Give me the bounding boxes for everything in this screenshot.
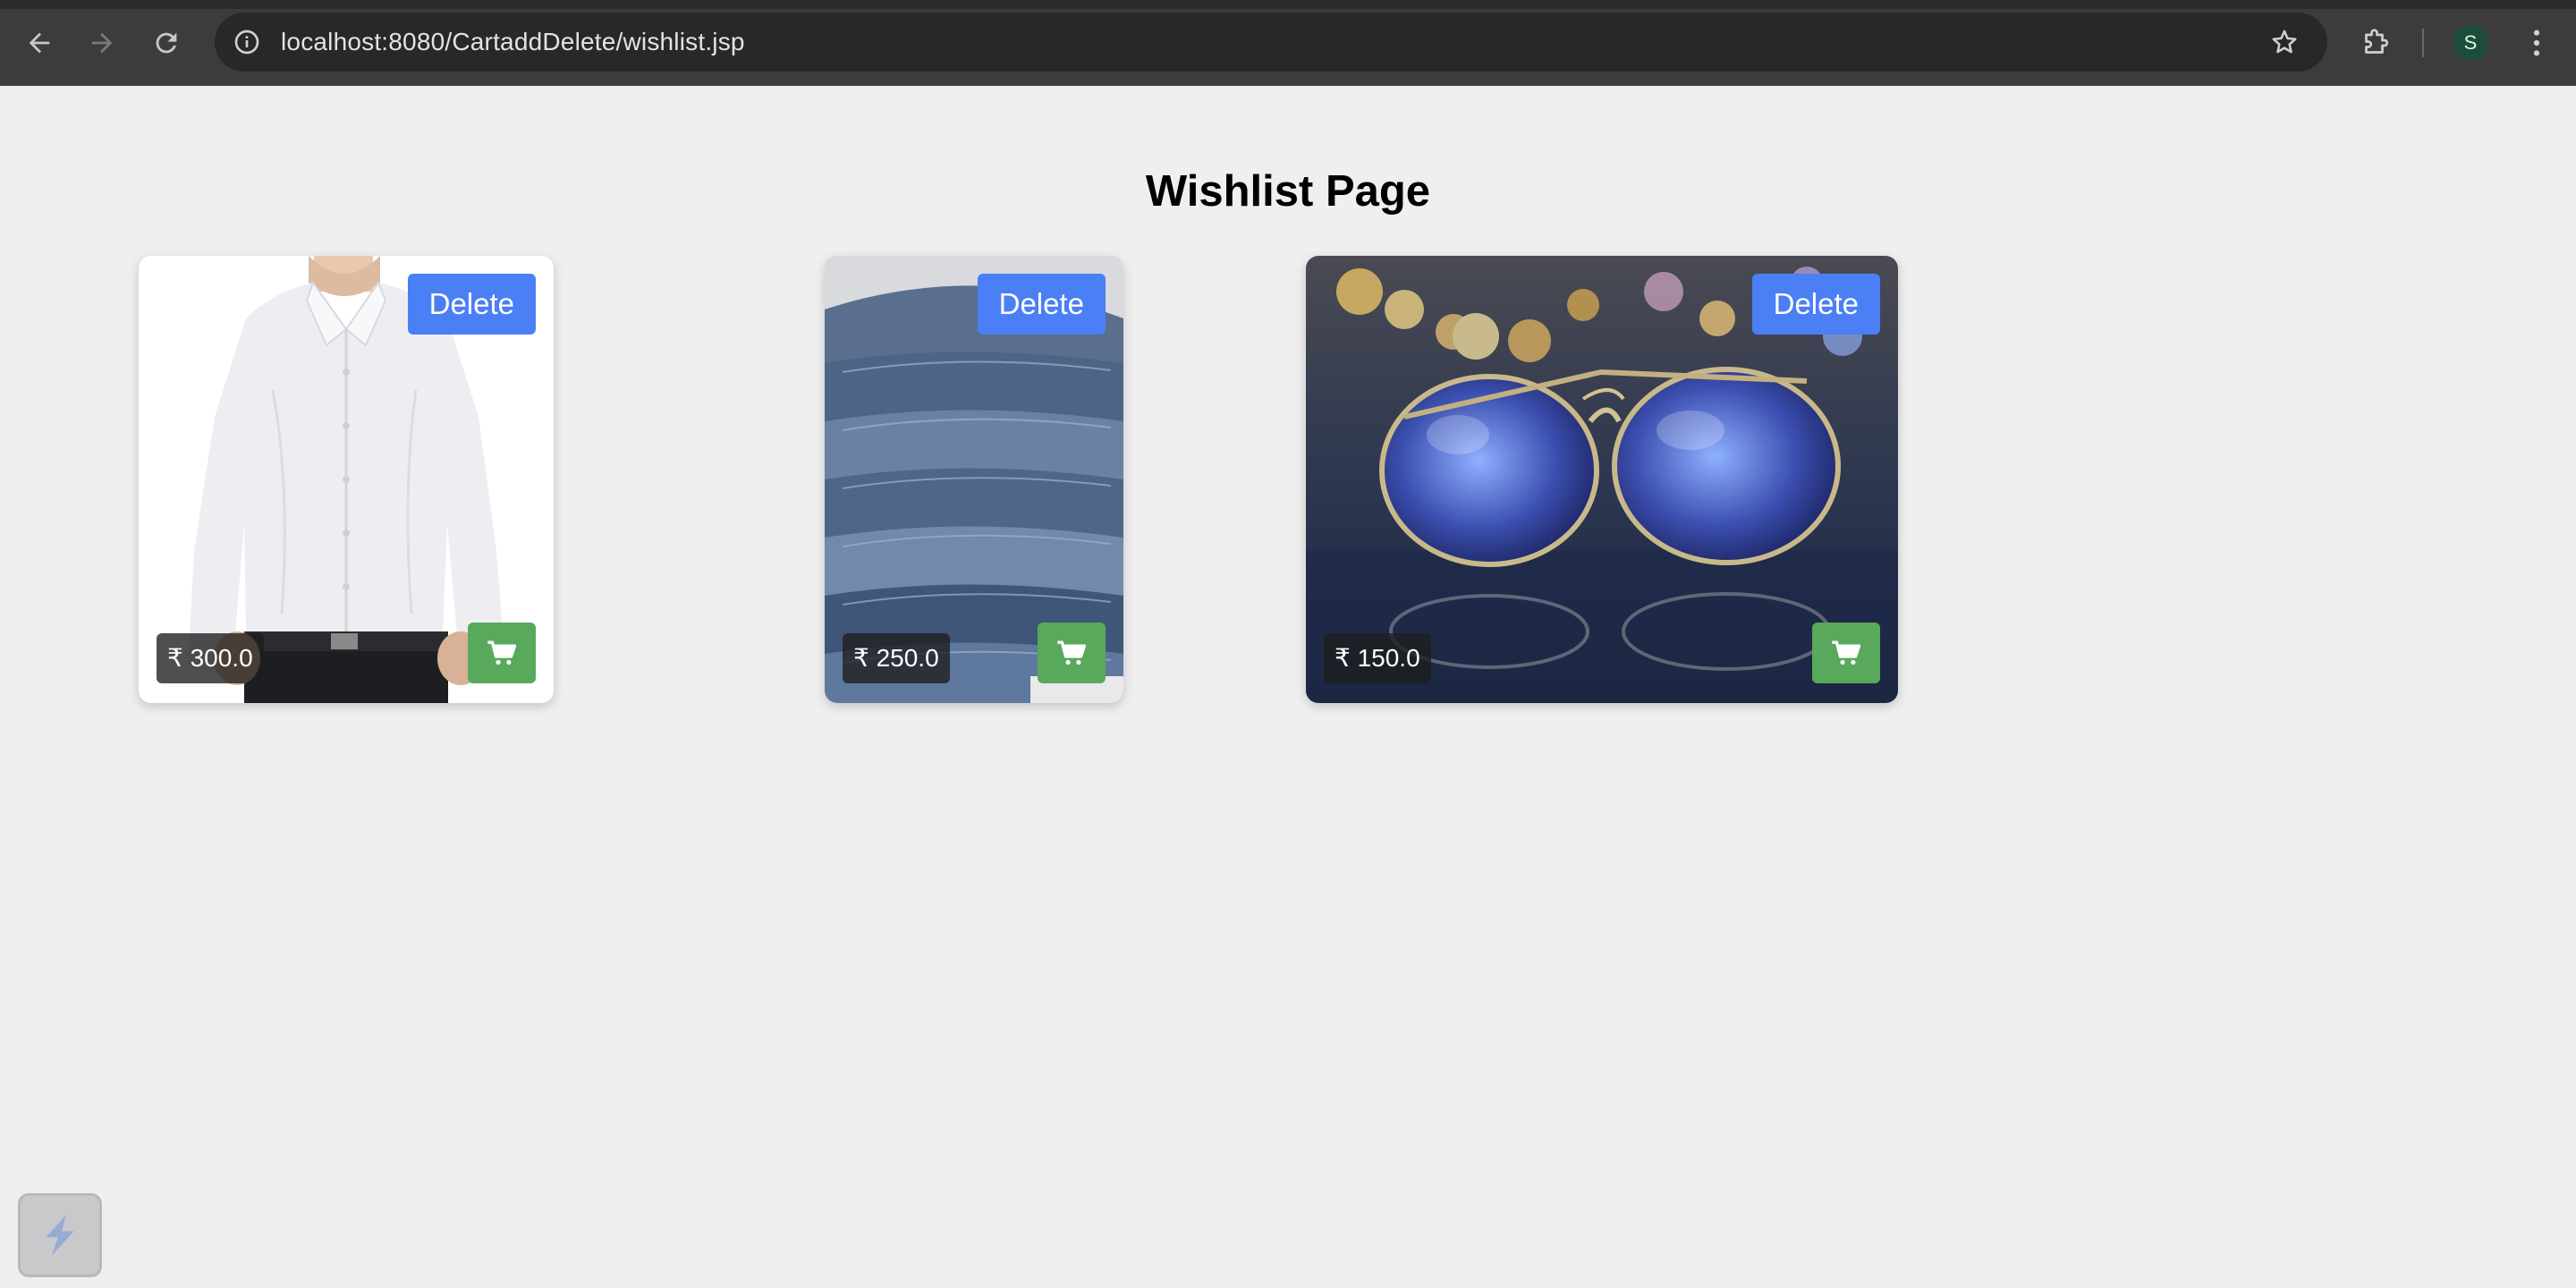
add-to-cart-button[interactable] [1812, 623, 1880, 683]
price-tag: ₹ 300.0 [157, 633, 264, 683]
price-tag: ₹ 250.0 [843, 633, 950, 683]
wishlist-card: Delete ₹ 300.0 [139, 256, 554, 703]
floating-assistant-button[interactable] [18, 1193, 102, 1277]
cart-icon [1057, 640, 1087, 665]
add-to-cart-button[interactable] [468, 623, 536, 683]
price-tag: ₹ 150.0 [1324, 633, 1431, 683]
bookmark-button[interactable] [2263, 21, 2306, 64]
url-text[interactable]: localhost:8080/CartaddDelete/wishlist.js… [281, 13, 745, 72]
arrow-left-icon [29, 32, 50, 54]
browser-menu-button[interactable] [2519, 20, 2555, 66]
puzzle-icon [2365, 29, 2389, 54]
page-title: Wishlist Page [1145, 167, 1431, 216]
lightning-logo-icon [46, 1215, 74, 1256]
add-to-cart-button[interactable] [1038, 623, 1106, 683]
forward-button[interactable] [79, 20, 125, 66]
delete-button[interactable]: Delete [977, 274, 1106, 335]
reload-button[interactable] [143, 20, 190, 66]
extensions-button[interactable] [2352, 20, 2399, 66]
wishlist-card: Delete ₹ 250.0 [825, 256, 1123, 703]
browser-toolbar: localhost:8080/CartaddDelete/wishlist.js… [0, 0, 2576, 86]
info-icon [234, 30, 259, 55]
address-bar[interactable]: localhost:8080/CartaddDelete/wishlist.js… [215, 13, 2327, 72]
arrow-right-icon [91, 32, 113, 54]
delete-button[interactable]: Delete [1751, 274, 1880, 335]
back-button[interactable] [16, 20, 63, 66]
toolbar-divider [2422, 29, 2424, 57]
tab-strip [0, 0, 2576, 9]
cart-icon [1832, 640, 1861, 665]
kebab-menu-icon [2533, 30, 2540, 56]
wishlist-card: Delete ₹ 150.0 [1306, 256, 1898, 703]
delete-button[interactable]: Delete [407, 274, 536, 335]
reload-icon [156, 32, 177, 54]
profile-avatar[interactable]: S [2453, 25, 2488, 61]
site-info-button[interactable] [225, 21, 268, 64]
cart-icon [487, 640, 517, 665]
star-icon [2272, 30, 2297, 54]
